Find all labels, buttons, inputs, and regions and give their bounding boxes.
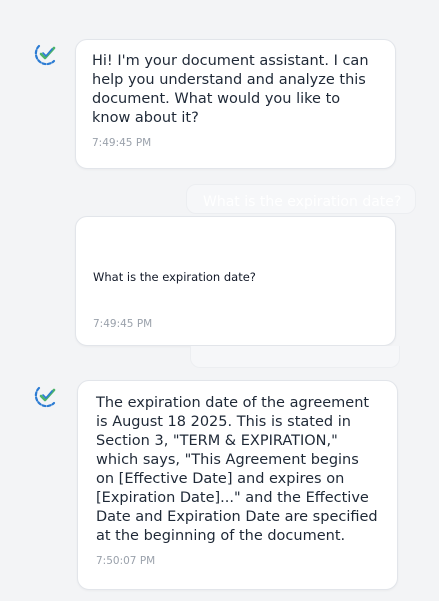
user-message-bubble: What is the expiration date? 7:49:45 PM [75, 216, 396, 346]
assistant-message-bubble: The expiration date of the agreement is … [77, 380, 398, 590]
assistant-message-bubble: Hi! I'm your document assistant. I can h… [75, 39, 396, 169]
assistant-avatar-icon [34, 44, 56, 66]
message-timestamp: 7:50:07 PM [96, 555, 156, 567]
message-timestamp: 7:49:45 PM [92, 137, 152, 149]
user-message-ghost: What is the expiration date? [186, 184, 416, 214]
assistant-avatar-icon [34, 386, 56, 408]
message-timestamp: 7:49:45 PM [93, 318, 153, 330]
chat-panel: Hi! I'm your document assistant. I can h… [0, 0, 439, 601]
message-text: What is the expiration date? [93, 270, 256, 284]
ghost-message-text: What is the expiration date? [203, 194, 402, 210]
message-text: Hi! I'm your document assistant. I can h… [92, 53, 369, 126]
message-text: The expiration date of the agreement is … [96, 395, 378, 544]
user-message-ghost-tail [190, 346, 400, 368]
